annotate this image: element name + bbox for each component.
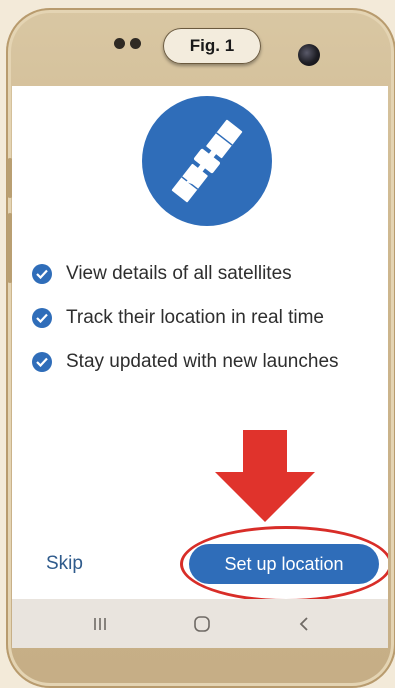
satellite-hero — [142, 96, 272, 226]
front-camera — [298, 44, 320, 66]
feature-item: View details of all satellites — [32, 252, 339, 296]
check-circle-icon — [32, 264, 52, 284]
back-icon[interactable] — [274, 599, 334, 648]
sensor-dot — [114, 38, 125, 49]
satellite-icon — [171, 119, 243, 203]
feature-item: Track their location in real time — [32, 296, 339, 340]
home-icon[interactable] — [172, 599, 232, 648]
set-up-location-button[interactable]: Set up location — [189, 544, 379, 584]
skip-button[interactable]: Skip — [46, 553, 83, 575]
sensor-dot — [130, 38, 141, 49]
feature-item: Stay updated with new launches — [32, 340, 339, 384]
arrow-down-icon — [215, 430, 315, 522]
feature-label: Track their location in real time — [66, 307, 325, 328]
feature-label: View details of all satellites — [66, 263, 292, 284]
figure-label: Fig. 1 — [163, 28, 261, 64]
system-navbar — [12, 599, 388, 648]
recent-apps-icon[interactable] — [70, 599, 130, 648]
check-circle-icon — [32, 308, 52, 328]
feature-label: Stay updated with new launches — [66, 351, 339, 372]
app-screen: View details of all satellites Track the… — [12, 86, 388, 648]
feature-list: View details of all satellites Track the… — [32, 252, 339, 384]
check-circle-icon — [32, 352, 52, 372]
